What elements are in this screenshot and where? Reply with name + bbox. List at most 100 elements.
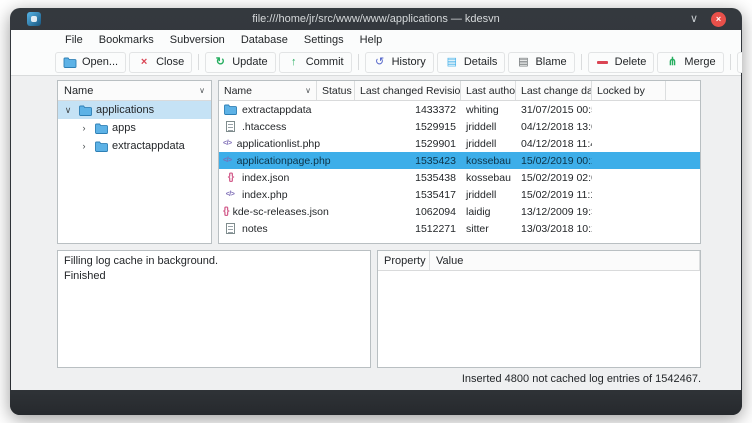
toolbar-button-label: History	[392, 56, 426, 68]
toolbar-button-details[interactable]: ▤ Details	[437, 52, 506, 73]
titlebar[interactable]: file:///home/jr/src/www/www/applications…	[10, 8, 742, 30]
kdesvn-app-icon	[27, 12, 41, 26]
toolbar-button-label: Blame	[535, 56, 566, 68]
file-revision-cell: 1535417	[355, 189, 461, 201]
file-date-cell: 04/12/2018 11:47	[516, 138, 592, 150]
toolbar-button-merge[interactable]: ⋔ Merge	[657, 52, 723, 73]
minimize-icon[interactable]: ∨	[690, 14, 698, 25]
window-bottom-frame	[10, 390, 742, 415]
kdesvn-window: file:///home/jr/src/www/www/applications…	[10, 8, 742, 415]
tree-header[interactable]: Name ∨	[58, 81, 211, 101]
tree-item-extractappdata[interactable]: › extractappdata	[58, 137, 211, 155]
property-header: PropertyValue	[378, 251, 700, 271]
toolbar-separator	[730, 54, 731, 70]
file-name-cell: { }index.json	[219, 171, 317, 184]
column-header-status[interactable]: Status	[317, 81, 355, 100]
column-header-last-author[interactable]: Last author	[461, 81, 516, 100]
tree-header-menu-icon[interactable]: ∨	[199, 86, 205, 95]
file-row[interactable]: </>applicationpage.php1535423kossebau15/…	[219, 152, 700, 169]
toolbar-button-history[interactable]: ↺History	[365, 52, 434, 73]
file-row[interactable]: .htaccess 1529915jriddell04/12/2018 13:01	[219, 118, 700, 135]
titlebar-controls: ∨ ×	[690, 8, 726, 30]
details-icon: ▤	[445, 56, 459, 69]
close-icon[interactable]: ×	[711, 12, 726, 27]
column-header-last-changed-revision[interactable]: Last changed Revision	[355, 81, 461, 100]
update-icon: ↻	[213, 56, 227, 69]
chevron-right-icon[interactable]: ›	[78, 141, 90, 151]
file-row[interactable]: notes1512271sitter13/03/2018 10:26	[219, 220, 700, 237]
file-row[interactable]: { }index.json1535438kossebau15/02/2019 0…	[219, 169, 700, 186]
toolbar-button-commit[interactable]: ↑Commit	[279, 52, 352, 73]
file-name-label: .htaccess	[242, 121, 286, 133]
toolbar-separator	[198, 54, 199, 70]
toolbar-button-delete[interactable]: Delete	[588, 52, 655, 73]
tree-header-label: Name	[64, 85, 93, 97]
chevron-down-icon[interactable]: ∨	[62, 105, 74, 116]
column-header-filler	[666, 81, 700, 100]
property-panel: PropertyValue	[377, 250, 701, 368]
column-header-locked-by[interactable]: Locked by	[592, 81, 666, 100]
toolbar-separator	[581, 54, 582, 70]
toolbar-button-open[interactable]: Open...	[55, 52, 126, 73]
menu-bookmarks[interactable]: Bookmarks	[91, 32, 162, 48]
file-name-cell: </>applicationpage.php	[219, 154, 317, 167]
sort-indicator-icon: ∨	[305, 86, 311, 95]
toolbar: Open... × Close ↻Update↑Commit ↺History ▤ Deta…	[11, 49, 741, 76]
file-row[interactable]: extractappdata1433372whiting31/07/2015 0…	[219, 101, 700, 118]
file-row[interactable]: { }kde-sc-releases.json1062094laidig13/1…	[219, 203, 700, 220]
window-title: file:///home/jr/src/www/www/applications…	[252, 13, 500, 25]
file-author-cell: jriddell	[461, 138, 516, 150]
file-name-cell: </>index.php	[219, 188, 317, 201]
menu-subversion[interactable]: Subversion	[162, 32, 233, 48]
file-revision-cell: 1062094	[355, 206, 461, 218]
text-file-icon	[223, 222, 237, 235]
toolbar-button-label: Close	[156, 56, 184, 68]
file-date-cell: 04/12/2018 13:01	[516, 121, 592, 133]
file-date-cell: 31/07/2015 00:59	[516, 104, 592, 116]
chevron-right-icon[interactable]: ›	[78, 123, 90, 133]
property-column-header-property[interactable]: Property	[378, 251, 430, 270]
menu-settings[interactable]: Settings	[296, 32, 352, 48]
log-line: Finished	[64, 269, 364, 284]
tree-body: ∨ applications › apps › extractappdata	[58, 101, 211, 243]
toolbar-button-checkout[interactable]: ↧Checkout	[737, 52, 742, 73]
file-name-cell: notes	[219, 222, 317, 235]
toolbar-button-close[interactable]: × Close	[129, 52, 192, 73]
file-name-cell: .htaccess	[219, 120, 317, 133]
file-row[interactable]: </>applicationlist.php1529901jriddell04/…	[219, 135, 700, 152]
menu-help[interactable]: Help	[352, 32, 391, 48]
property-column-header-value[interactable]: Value	[430, 251, 700, 270]
merge-icon: ⋔	[665, 56, 679, 69]
file-date-cell: 13/12/2009 19:31	[516, 206, 592, 218]
toolbar-button-update[interactable]: ↻Update	[205, 52, 275, 73]
file-revision-cell: 1529915	[355, 121, 461, 133]
file-revision-cell: 1535423	[355, 155, 461, 167]
tree-item-label: extractappdata	[112, 140, 185, 152]
column-header-name[interactable]: Name∨	[219, 81, 317, 100]
file-revision-cell: 1535438	[355, 172, 461, 184]
toolbar-button-blame[interactable]: ▤Blame	[508, 52, 574, 73]
toolbar-button-label: Details	[464, 56, 498, 68]
tree-item-label: applications	[96, 104, 154, 116]
main-split: Name ∨ ∨ applications › apps › extractappdata…	[11, 76, 741, 244]
toolbar-button-label: Merge	[684, 56, 715, 68]
file-list-panel: Name∨StatusLast changed RevisionLast aut…	[218, 80, 701, 244]
close-red-icon: ×	[137, 56, 151, 69]
column-header-last-change-date[interactable]: Last change date	[516, 81, 592, 100]
tree-item-apps[interactable]: › apps	[58, 119, 211, 137]
file-author-cell: jriddell	[461, 121, 516, 133]
file-name-label: index.php	[242, 189, 288, 201]
menubar: FileBookmarksSubversionDatabaseSettingsH…	[11, 30, 741, 49]
file-row[interactable]: </>index.php1535417jriddell15/02/2019 11…	[219, 186, 700, 203]
file-name-cell: extractappdata	[219, 103, 317, 116]
menu-file[interactable]: File	[57, 32, 91, 48]
text-file-icon	[223, 120, 237, 133]
log-line: Filling log cache in background.	[64, 254, 364, 269]
tree-item-label: apps	[112, 122, 136, 134]
file-name-label: notes	[242, 223, 268, 235]
commit-icon: ↑	[287, 56, 301, 69]
json-file-icon: { }	[223, 171, 237, 184]
tree-item-applications[interactable]: ∨ applications	[58, 101, 211, 119]
menu-database[interactable]: Database	[233, 32, 296, 48]
desktop-background: file:///home/jr/src/www/www/applications…	[0, 0, 752, 423]
